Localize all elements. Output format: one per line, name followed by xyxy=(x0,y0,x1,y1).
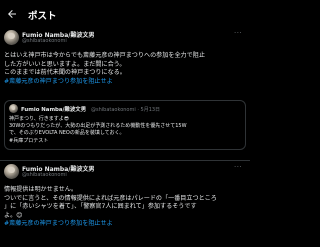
post-line: このままでは前代未聞の神戸まつりになる。 xyxy=(4,69,126,77)
hashtag-link[interactable]: #斎藤元彦の神戸まつり参加を阻止せよ xyxy=(4,78,205,87)
arrow-left-icon[interactable] xyxy=(6,8,18,20)
quoted-author-handle: @shibataokonomi · 5月13日 xyxy=(91,106,161,113)
more-horizontal-icon[interactable]: ··· xyxy=(234,29,242,37)
divider xyxy=(0,160,250,161)
quoted-line: #兵庫プロテスト xyxy=(9,137,49,144)
quoted-author-name: Fumio Namba/難波文男 xyxy=(21,107,87,113)
top-bar: ポスト xyxy=(0,0,250,28)
page-title: ポスト xyxy=(28,11,57,22)
hashtag-link[interactable]: #斎藤元彦の神戸まつり参加を阻止せよ xyxy=(4,220,217,229)
avatar xyxy=(9,104,18,113)
post-body: とはいえ神戸市は今からでも斎藤元彦の神戸まつりへの参加を全力で阻止 した方がいい… xyxy=(4,52,205,86)
avatar[interactable] xyxy=(4,164,19,179)
post-line: 情報提供は明かせません。 xyxy=(4,186,77,193)
post-body: 情報提供は明かせません。 ついでに言うと、その情報提供によれば元彦はパレードの「… xyxy=(4,186,217,229)
more-horizontal-icon[interactable]: ··· xyxy=(234,163,242,171)
post-line: とはいえ神戸市は今からでも斎藤元彦の神戸まつりへの参加を全力で阻止 xyxy=(4,52,205,59)
quoted-line: で、そのぶりEVOLTA NEOの新品を装填しておく。 xyxy=(9,130,125,137)
author-handle[interactable]: @shibataokonomi xyxy=(22,38,67,44)
avatar[interactable] xyxy=(4,30,19,45)
quoted-body: 神戸まつり、行きますよ😎 30Wのつもりだったが、大勢の出足が予測されるため機動… xyxy=(9,116,187,145)
post-line: した方がいいと思いますよ。まだ間に合う。 xyxy=(4,60,126,68)
post-line: 」に「赤いシャツを着て」、「警察官7人に囲まれて」参加するそうです xyxy=(4,203,197,211)
author-handle[interactable]: @shibataokonomi xyxy=(22,172,67,178)
post-line: ついでに言うと、その情報提供によれば元彦はパレードの「一番目立つところ xyxy=(4,194,217,202)
quoted-post[interactable]: Fumio Namba/難波文男 @shibataokonomi · 5月13日… xyxy=(4,100,246,150)
